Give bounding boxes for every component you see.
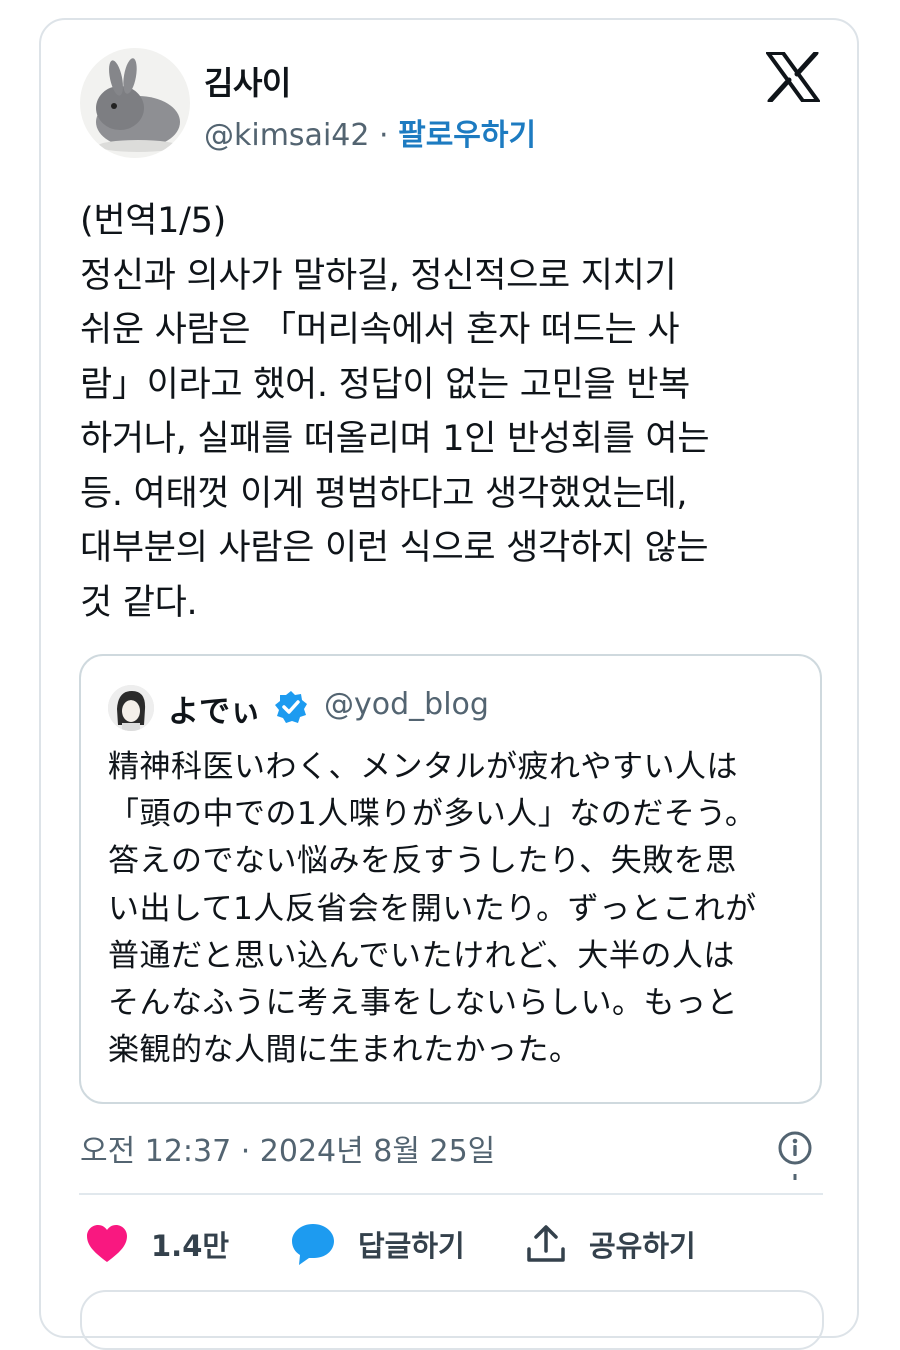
author-handle[interactable]: @kimsai42: [204, 118, 369, 153]
author-handle-row: @kimsai42 · 팔로우하기: [204, 110, 536, 154]
quoted-line: そんなふうに考え事をしないらしい。もっと: [108, 985, 738, 1022]
quoted-author-avatar[interactable]: [108, 685, 154, 731]
quoted-line: 楽観的な人間に生まれたかった。: [108, 1032, 581, 1069]
like-button[interactable]: 1.4만: [85, 1218, 229, 1270]
author-avatar[interactable]: [80, 48, 190, 158]
follow-button[interactable]: 팔로우하기: [398, 118, 536, 153]
divider: [79, 1193, 823, 1195]
next-card: [80, 1290, 824, 1350]
tweet-line: 하거나, 실패를 떠올리며 1인 반성회를 여는: [80, 419, 710, 459]
quoted-display-name[interactable]: よでぃ: [168, 686, 261, 731]
separator: ·: [379, 118, 389, 153]
quoted-line: 答えのでない悩みを反すうしたり、失敗を思: [108, 843, 737, 880]
tweet-line: 정신과 의사가 말하길, 정신적으로 지치기: [80, 255, 677, 296]
heart-icon: [85, 1224, 129, 1264]
tweet-timestamp[interactable]: 오전 12:37 · 2024년 8월 25일: [80, 1126, 495, 1170]
tweet-text: (번역1/5) 정신과 의사가 말하길, 정신적으로 지치기 쉬운 사람은 「머…: [80, 194, 840, 630]
tweet-line: 것 같다.: [80, 582, 198, 623]
share-icon: [525, 1223, 567, 1265]
quoted-line: い出して1人反省会を開いたり。ずっとこれが: [108, 890, 757, 927]
quoted-line: 「頭の中での1人喋りが多い人」なのだそう。: [108, 796, 757, 833]
info-icon[interactable]: [776, 1130, 814, 1182]
tweet-line: (번역1/5): [80, 201, 226, 241]
speech-bubble-icon: [290, 1222, 336, 1266]
quoted-handle[interactable]: @yod_blog: [324, 687, 489, 722]
tweet-line: 쉬운 사람은 「머리속에서 혼자 떠드는 사: [80, 310, 680, 350]
tweet-line: 대부분의 사람은 이런 식으로 생각하지 않는: [80, 528, 709, 568]
tweet-line: 람」이라고 했어. 정답이 없는 고민을 반복: [80, 364, 691, 405]
share-button[interactable]: 공유하기: [525, 1218, 696, 1270]
tweet-line: 등. 여태껏 이게 평범하다고 생각했었는데,: [80, 473, 688, 514]
share-label: 공유하기: [589, 1229, 696, 1263]
verified-badge-icon: [273, 689, 309, 725]
quoted-line: 精神科医いわく、メンタルが疲れやすい人は: [108, 749, 738, 785]
reply-label: 답글하기: [358, 1229, 465, 1263]
author-display-name[interactable]: 김사이: [204, 58, 291, 104]
quoted-line: 普通だと思い込んでいたけれど、大半の人は: [108, 937, 735, 974]
like-count: 1.4만: [151, 1229, 230, 1263]
reply-button[interactable]: 답글하기: [290, 1218, 465, 1270]
x-logo-icon[interactable]: [766, 50, 820, 104]
quoted-text: 精神科医いわく、メンタルが疲れやすい人は 「頭の中での1人喋りが多い人」なのだそ…: [108, 744, 808, 1074]
